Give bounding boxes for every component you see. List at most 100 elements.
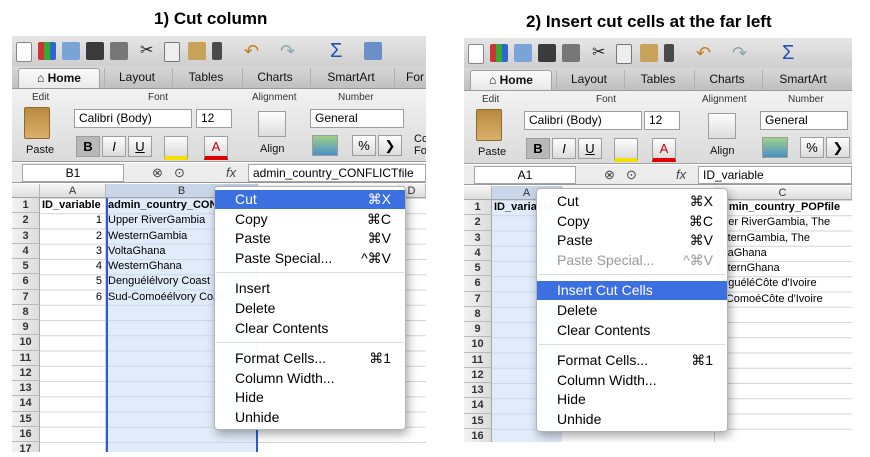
row-header-7[interactable]: 7 <box>464 291 492 307</box>
cell-a3[interactable]: 2 <box>42 229 102 244</box>
row-header-17[interactable]: 17 <box>12 442 40 452</box>
menu-item-copy[interactable]: Copy ⌘C <box>215 210 405 229</box>
row-header-15[interactable]: 15 <box>12 411 40 427</box>
row-header-1[interactable]: 1 <box>464 200 492 216</box>
copy-icon[interactable] <box>164 42 180 62</box>
row-header-8[interactable]: 8 <box>12 304 40 320</box>
print-icon[interactable] <box>562 44 580 62</box>
menu-item-hide[interactable]: Hide <box>537 390 727 409</box>
row-header-4[interactable]: 4 <box>464 245 492 261</box>
italic-button[interactable]: I <box>552 138 576 159</box>
row-header-7[interactable]: 7 <box>12 289 40 305</box>
tab-tables[interactable]: Tables <box>172 68 239 87</box>
row-header-4[interactable]: 4 <box>12 243 40 259</box>
new-doc-icon[interactable] <box>468 44 484 64</box>
menu-item-format-cells[interactable]: Format Cells... ⌘1 <box>215 349 405 368</box>
comma-button[interactable]: ❯ <box>826 137 850 158</box>
copy-icon[interactable] <box>616 44 632 64</box>
paste-clipboard-icon[interactable] <box>24 107 50 139</box>
currency-icon[interactable] <box>762 137 788 158</box>
cell-c7[interactable]: d-ComoéCôte d'Ivoire <box>716 292 852 307</box>
cell-c4[interactable]: oltaGhana <box>716 246 852 261</box>
conditional-format-label[interactable]: Co Fo <box>414 133 426 157</box>
bold-button[interactable]: B <box>76 136 100 157</box>
cell-c5[interactable]: esternGhana <box>716 261 852 276</box>
menu-item-unhide[interactable]: Unhide <box>215 408 405 427</box>
cell-a5[interactable]: 4 <box>42 259 102 274</box>
corner-select-all[interactable] <box>464 186 492 200</box>
cell-a7[interactable]: 6 <box>42 290 102 305</box>
tab-charts[interactable]: Charts <box>242 68 307 87</box>
accept-icon[interactable]: ⊙ <box>626 165 637 184</box>
row-header-12[interactable]: 12 <box>464 367 492 383</box>
redo-icon[interactable]: ↷ <box>732 44 750 62</box>
row-header-2[interactable]: 2 <box>12 213 40 229</box>
row-header-5[interactable]: 5 <box>12 259 40 275</box>
comma-button[interactable]: ❯ <box>378 135 402 156</box>
row-header-15[interactable]: 15 <box>464 413 492 429</box>
cell-a4[interactable]: 3 <box>42 244 102 259</box>
sum-icon[interactable]: Σ <box>782 43 800 63</box>
row-header-2[interactable]: 2 <box>464 215 492 231</box>
tab-home[interactable]: ⌂ Home <box>470 70 552 90</box>
cell-c1[interactable]: admin_country_POPfile <box>716 200 852 215</box>
menu-item-delete[interactable]: Delete <box>215 299 405 318</box>
percent-button[interactable]: % <box>352 135 376 156</box>
align-icon[interactable] <box>258 111 286 137</box>
tab-layout[interactable]: Layout <box>556 70 621 89</box>
column-header-a[interactable]: A <box>40 184 106 198</box>
menu-item-paste-special[interactable]: Paste Special... ^⌘V <box>537 251 727 270</box>
paste-button-label[interactable]: Paste <box>26 144 54 156</box>
menu-item-paste[interactable]: Paste ⌘V <box>215 229 405 248</box>
row-header-10[interactable]: 10 <box>464 337 492 353</box>
row-header-5[interactable]: 5 <box>464 261 492 277</box>
row-header-12[interactable]: 12 <box>12 365 40 381</box>
menu-item-insert[interactable]: Insert <box>215 279 405 298</box>
save-icon[interactable] <box>86 42 104 60</box>
name-box[interactable]: A1 <box>474 166 576 184</box>
italic-button[interactable]: I <box>102 136 126 157</box>
save-icon[interactable] <box>538 44 556 62</box>
format-brush-icon[interactable] <box>212 42 222 60</box>
row-header-6[interactable]: 6 <box>12 274 40 290</box>
row-header-10[interactable]: 10 <box>12 335 40 351</box>
menu-item-format-cells[interactable]: Format Cells... ⌘1 <box>537 351 727 370</box>
font-size-select[interactable]: 12 <box>196 109 232 128</box>
corner-select-all[interactable] <box>12 184 40 198</box>
name-box[interactable]: B1 <box>22 164 124 182</box>
cancel-icon[interactable]: ⊗ <box>152 163 163 182</box>
tab-charts[interactable]: Charts <box>694 70 759 89</box>
cell-c6[interactable]: enguéléCôte d'Ivoire <box>716 276 852 291</box>
cell-a1[interactable]: ID_variable <box>42 198 106 213</box>
cell-a6[interactable]: 5 <box>42 274 102 289</box>
formula-input[interactable]: admin_country_CONFLICTfile <box>248 164 426 182</box>
filter-icon[interactable] <box>364 42 382 60</box>
redo-icon[interactable]: ↷ <box>280 42 298 60</box>
tab-smartart[interactable]: SmartArt <box>762 70 843 89</box>
row-header-3[interactable]: 3 <box>12 228 40 244</box>
paste-button-label[interactable]: Paste <box>478 146 506 158</box>
font-name-select[interactable]: Calibri (Body) <box>524 111 642 130</box>
underline-button[interactable]: U <box>578 138 602 159</box>
menu-item-copy[interactable]: Copy ⌘C <box>537 212 727 231</box>
menu-item-insert-cut-cells[interactable]: Insert Cut Cells <box>537 281 727 301</box>
row-header-9[interactable]: 9 <box>12 320 40 336</box>
number-format-select[interactable]: General <box>760 111 848 130</box>
paste-clipboard-icon[interactable] <box>476 109 502 141</box>
formula-input[interactable]: ID_variable <box>698 166 852 184</box>
cell-a2[interactable]: 1 <box>42 213 102 228</box>
sum-icon[interactable]: Σ <box>330 41 348 61</box>
menu-item-clear-contents[interactable]: Clear Contents <box>537 321 727 340</box>
menu-item-paste[interactable]: Paste ⌘V <box>537 231 727 250</box>
paste-icon[interactable] <box>640 44 658 62</box>
row-header-16[interactable]: 16 <box>12 426 40 442</box>
cancel-icon[interactable]: ⊗ <box>604 165 615 184</box>
row-header-13[interactable]: 13 <box>464 383 492 399</box>
menu-item-column-width[interactable]: Column Width... <box>537 371 727 390</box>
row-header-11[interactable]: 11 <box>464 352 492 368</box>
percent-button[interactable]: % <box>800 137 824 158</box>
menu-item-unhide[interactable]: Unhide <box>537 410 727 429</box>
tab-home[interactable]: ⌂ Home <box>18 68 100 88</box>
menu-item-hide[interactable]: Hide <box>215 388 405 407</box>
menu-item-cut[interactable]: Cut ⌘X <box>537 192 727 211</box>
